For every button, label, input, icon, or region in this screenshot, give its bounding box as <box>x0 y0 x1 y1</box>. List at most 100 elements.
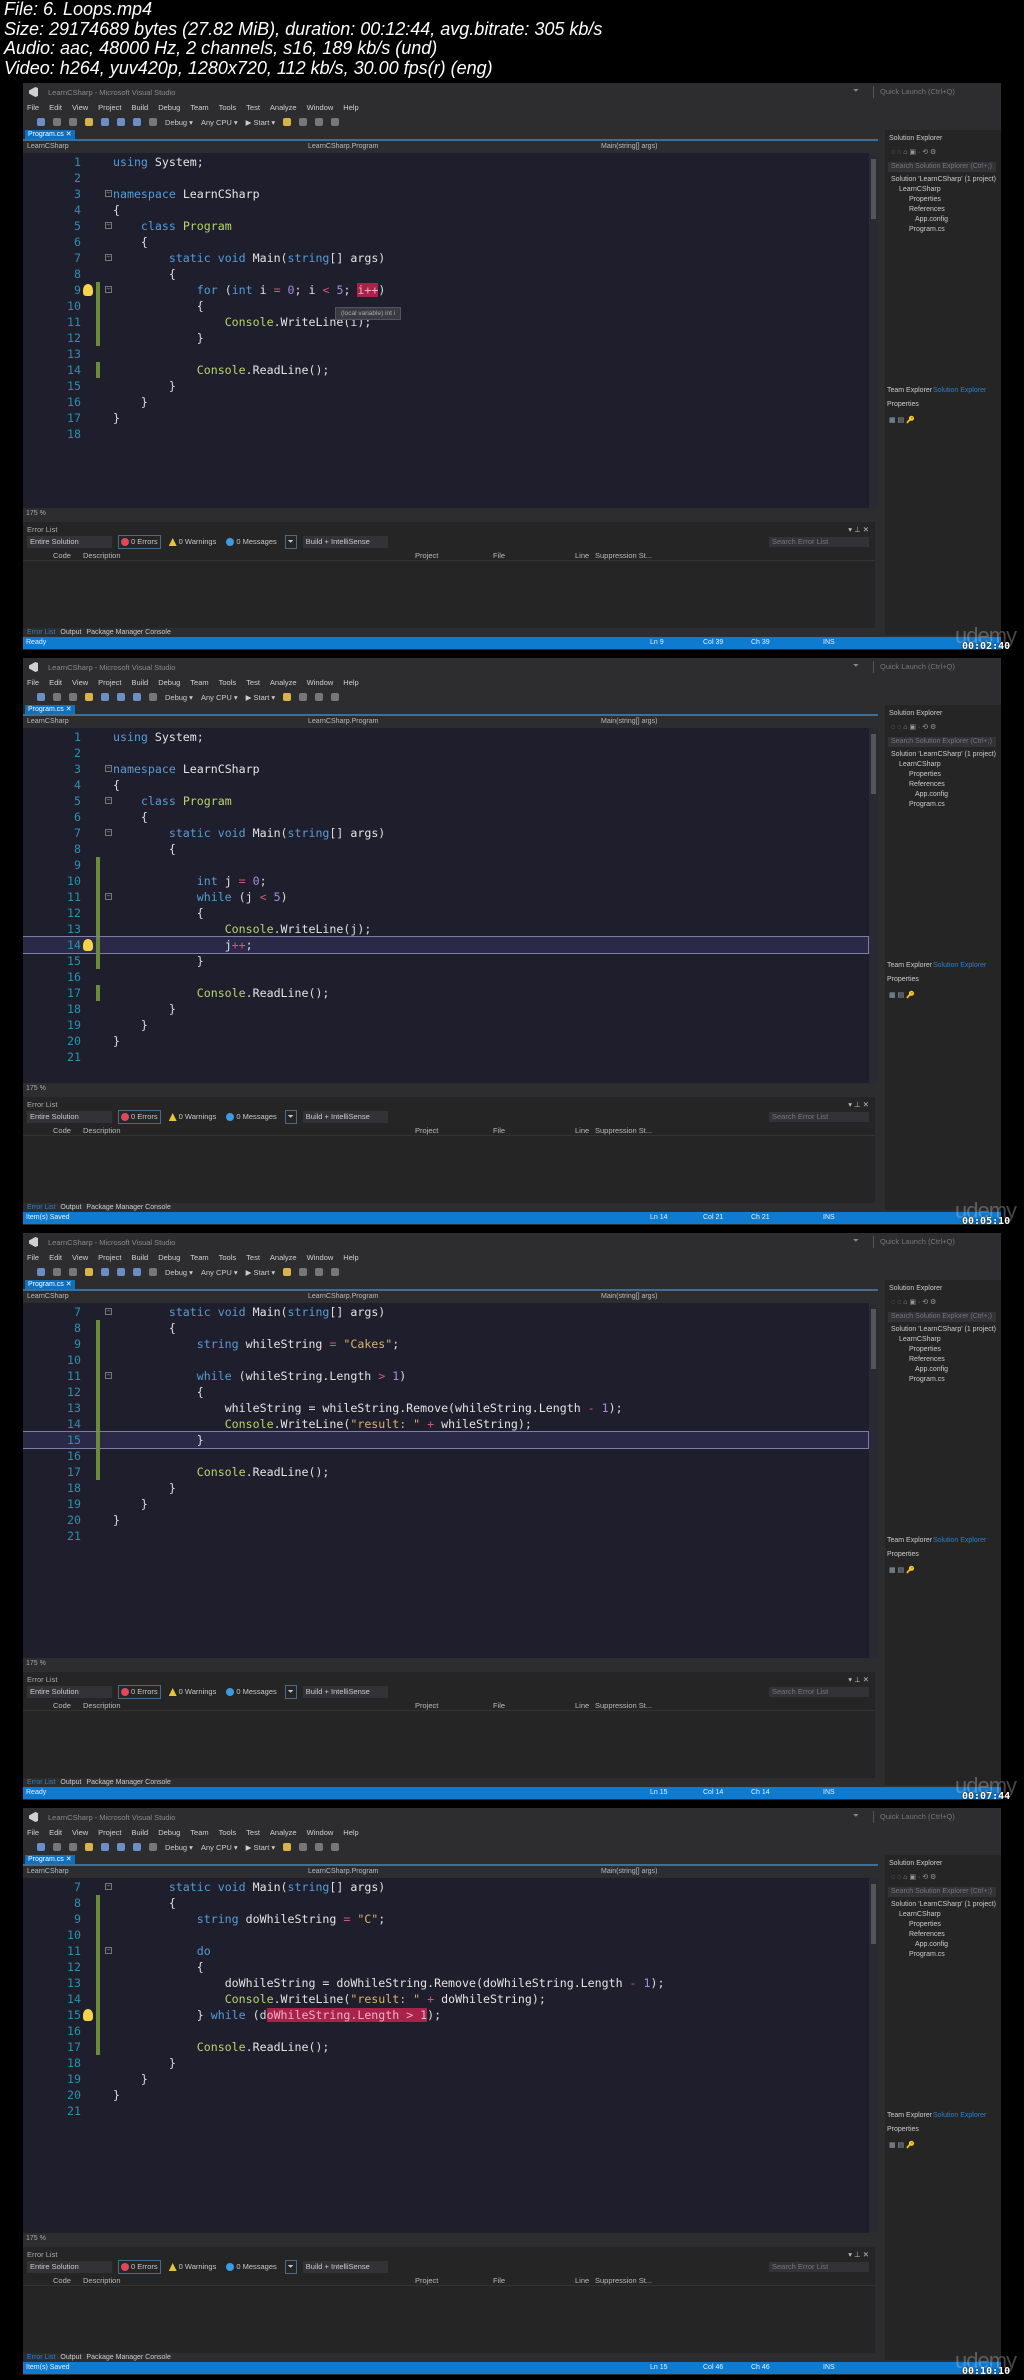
undo-icon[interactable] <box>133 1843 141 1851</box>
search-error-list-input[interactable]: Search Error List <box>769 1112 869 1122</box>
scope-dropdown[interactable]: Entire Solution <box>27 1686 112 1698</box>
menu-file[interactable]: File <box>27 676 39 689</box>
code-line[interactable]: 15 } <box>23 1431 869 1449</box>
back-icon[interactable] <box>37 1843 45 1851</box>
redo-icon[interactable] <box>149 693 157 701</box>
filter-toggle-icon[interactable]: ⏷ <box>284 1110 297 1124</box>
lightbulb-icon[interactable] <box>83 939 93 951</box>
tree-app-config[interactable]: App.config <box>915 1366 948 1373</box>
tree-project[interactable]: LearnCSharp <box>899 1336 941 1343</box>
errors-filter[interactable]: 0 Errors <box>118 2260 161 2274</box>
code-line[interactable]: 11 − do <box>23 1943 868 1959</box>
save-icon[interactable] <box>101 693 109 701</box>
code-line[interactable]: 14 Console.WriteLine("result: " + doWhil… <box>23 1991 868 2007</box>
code-line[interactable]: 17 Console.ReadLine(); <box>23 2039 868 2055</box>
zoom-level[interactable]: 175 % <box>23 1658 878 1670</box>
tab-output[interactable]: Output <box>60 1203 81 1212</box>
quick-launch-input[interactable]: Quick Launch (Ctrl+Q) <box>873 1236 993 1248</box>
code-line[interactable]: 4{ <box>23 202 868 218</box>
code-line[interactable]: 6 { <box>23 809 868 825</box>
code-line[interactable]: 5 − class Program <box>23 793 868 809</box>
redo-icon[interactable] <box>149 1268 157 1276</box>
comment-icon[interactable] <box>315 118 324 126</box>
menu-debug[interactable]: Debug <box>158 1826 180 1839</box>
scrollbar-thumb[interactable] <box>871 159 876 219</box>
find-icon[interactable] <box>283 118 292 126</box>
code-line[interactable]: 12 { <box>23 1384 868 1400</box>
menu-window[interactable]: Window <box>307 1251 334 1264</box>
project-dropdown[interactable]: LearnCSharp <box>27 141 69 153</box>
column-line[interactable]: Line <box>575 2275 589 2286</box>
menu-file[interactable]: File <box>27 101 39 114</box>
tab-output[interactable]: Output <box>60 628 81 637</box>
properties-toolbar-icons[interactable]: ▦ ▤ 🔑 <box>889 416 915 424</box>
code-line[interactable]: 3 − namespace LearnCSharp <box>23 761 868 777</box>
menu-build[interactable]: Build <box>132 1826 149 1839</box>
forward-icon[interactable] <box>53 118 61 126</box>
column-file[interactable]: File <box>493 1125 505 1136</box>
code-line[interactable]: 20} <box>23 1512 868 1528</box>
collapse-icon[interactable]: − <box>105 286 112 293</box>
menu-help[interactable]: Help <box>343 101 358 114</box>
scrollbar-thumb[interactable] <box>871 1309 876 1369</box>
code-line[interactable]: 4{ <box>23 777 868 793</box>
menu-window[interactable]: Window <box>307 101 334 114</box>
scope-dropdown[interactable]: Entire Solution <box>27 1111 112 1123</box>
member-dropdown[interactable]: Main(string[] args) <box>601 1291 657 1303</box>
quick-launch-input[interactable]: Quick Launch (Ctrl+Q) <box>873 1811 993 1823</box>
solution-platform-dropdown[interactable]: Any CPU ▾ <box>201 1268 238 1277</box>
tree-project[interactable]: LearnCSharp <box>899 761 941 768</box>
solution-configuration-dropdown[interactable]: Debug ▾ <box>165 1843 193 1852</box>
code-line[interactable]: 21 <box>23 1528 868 1544</box>
menu-build[interactable]: Build <box>132 676 149 689</box>
code-line[interactable]: 8 { <box>23 1320 868 1336</box>
notification-filter-icon[interactable]: ⏷ <box>853 86 859 96</box>
back-icon[interactable] <box>37 693 45 701</box>
code-editor[interactable]: 7− static void Main(string[] args) 8 {9 s… <box>23 1878 878 2233</box>
panel-pin-close-icons[interactable]: ▾ ⊥ ✕ <box>848 2250 869 2259</box>
save-icon[interactable] <box>101 118 109 126</box>
tab-team-explorer[interactable]: Team Explorer <box>887 962 932 969</box>
code-line[interactable]: 18 } <box>23 1001 868 1017</box>
step-icon[interactable] <box>299 1843 308 1851</box>
vertical-scrollbar[interactable] <box>869 1303 878 1658</box>
menu-file[interactable]: File <box>27 1251 39 1264</box>
code-line[interactable]: 15 } while (doWhileString.Length > 1); <box>23 2007 868 2023</box>
menu-tools[interactable]: Tools <box>219 676 237 689</box>
start-button[interactable]: ▶ Start ▾ <box>246 1268 276 1277</box>
tab-solution-explorer[interactable]: Solution Explorer <box>933 387 986 394</box>
member-dropdown[interactable]: Main(string[] args) <box>601 716 657 728</box>
menu-window[interactable]: Window <box>307 1826 334 1839</box>
panel-pin-close-icons[interactable]: ▾ ⊥ ✕ <box>848 525 869 534</box>
collapse-icon[interactable]: − <box>105 254 112 261</box>
solution-configuration-dropdown[interactable]: Debug ▾ <box>165 118 193 127</box>
column-code[interactable]: Code <box>53 550 71 561</box>
code-line[interactable]: 12 } <box>23 330 868 346</box>
column-description[interactable]: Description <box>83 1125 121 1136</box>
code-line[interactable]: 19 } <box>23 2071 868 2087</box>
start-button[interactable]: ▶ Start ▾ <box>246 1843 276 1852</box>
column-file[interactable]: File <box>493 1700 505 1711</box>
tree-solution[interactable]: Solution 'LearnCSharp' (1 project) <box>891 751 996 758</box>
code-line[interactable]: 10 int j = 0; <box>23 873 868 889</box>
menu-team[interactable]: Team <box>190 101 208 114</box>
column-suppression-state[interactable]: Suppression St... <box>595 1125 652 1136</box>
bookmark-icon[interactable] <box>331 693 340 701</box>
code-line[interactable]: 15 } <box>23 953 868 969</box>
menu-analyze[interactable]: Analyze <box>270 101 297 114</box>
menu-analyze[interactable]: Analyze <box>270 676 297 689</box>
tab-error-list[interactable]: Error List <box>27 1778 55 1787</box>
type-dropdown[interactable]: LearnCSharp.Program <box>308 716 378 728</box>
tree-solution[interactable]: Solution 'LearnCSharp' (1 project) <box>891 1326 996 1333</box>
save-all-icon[interactable] <box>117 1843 125 1851</box>
new-project-icon[interactable] <box>69 118 77 126</box>
tab-package-manager-console[interactable]: Package Manager Console <box>86 1778 170 1787</box>
find-icon[interactable] <box>283 693 292 701</box>
tab-package-manager-console[interactable]: Package Manager Console <box>86 628 170 637</box>
collapse-icon[interactable]: − <box>105 1883 112 1890</box>
messages-filter[interactable]: 0 Messages <box>224 1686 278 1698</box>
code-line[interactable]: 20} <box>23 1033 868 1049</box>
code-line[interactable]: 7 − static void Main(string[] args) <box>23 1304 868 1320</box>
tab-package-manager-console[interactable]: Package Manager Console <box>86 1203 170 1212</box>
step-icon[interactable] <box>299 1268 308 1276</box>
